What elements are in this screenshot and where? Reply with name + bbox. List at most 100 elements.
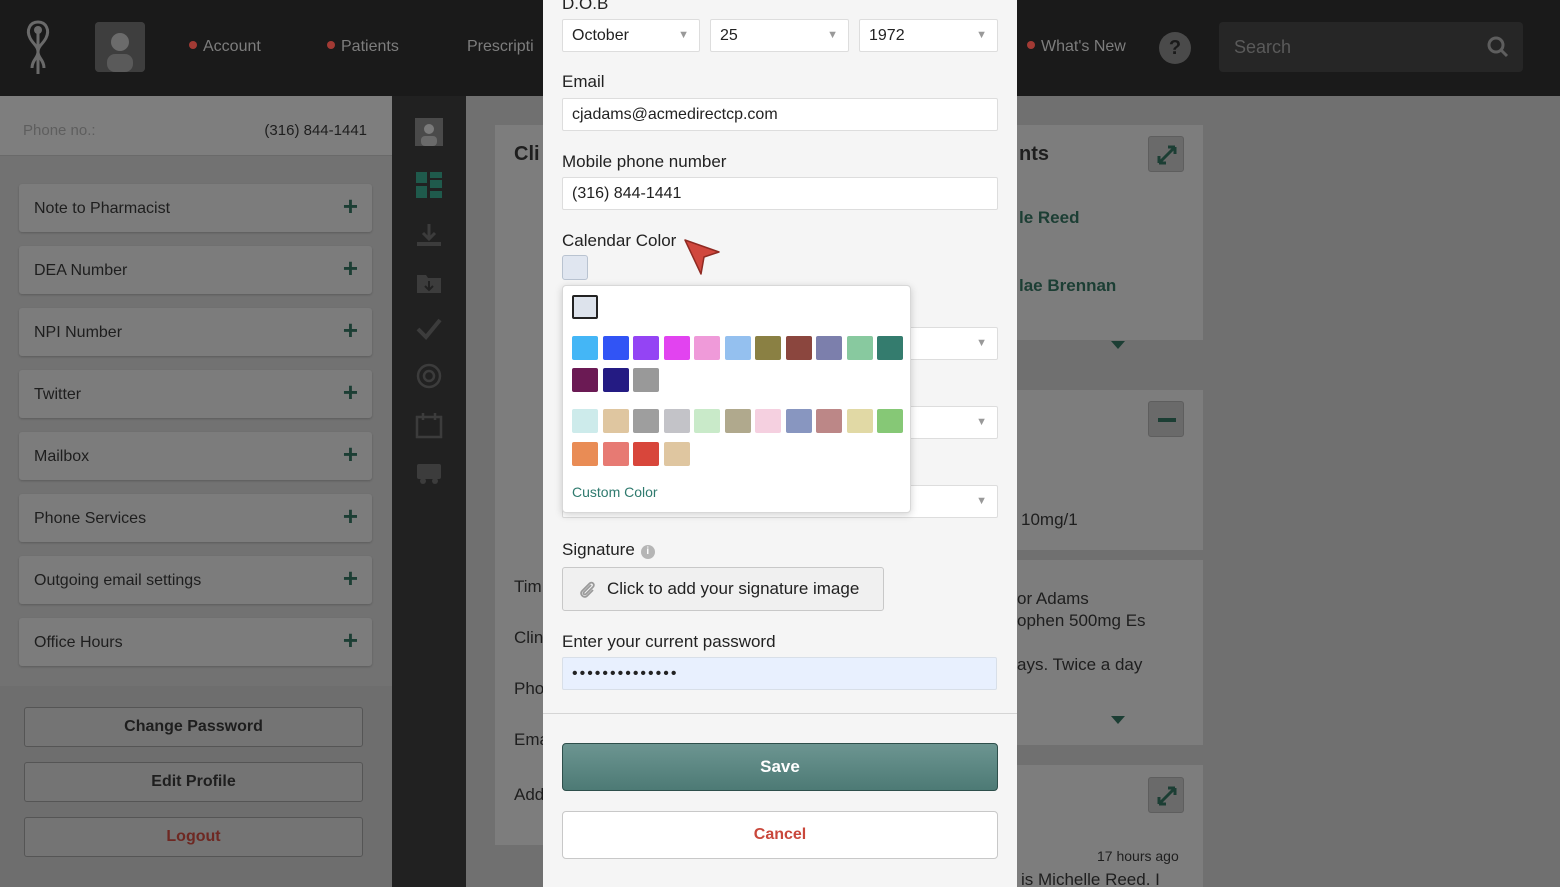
nav-prescriptions[interactable]: Prescripti xyxy=(467,38,534,56)
nav-patients[interactable]: Patients xyxy=(327,38,399,56)
color-swatch[interactable] xyxy=(816,336,842,360)
color-swatch[interactable] xyxy=(572,409,598,433)
help-button[interactable]: ? xyxy=(1159,32,1191,64)
color-swatch[interactable] xyxy=(633,368,659,392)
plus-icon[interactable]: + xyxy=(343,441,358,467)
expand-button[interactable] xyxy=(1148,136,1184,172)
nav-whats-new[interactable]: What's New xyxy=(1027,38,1126,56)
sidebar-item-mailbox[interactable]: Mailbox + xyxy=(19,432,372,480)
email-field-wrap xyxy=(562,98,998,131)
color-swatch[interactable] xyxy=(877,336,903,360)
color-swatch[interactable] xyxy=(846,336,873,360)
color-swatch[interactable] xyxy=(633,336,659,360)
caduceus-logo-icon[interactable] xyxy=(18,18,58,78)
patient-name-link[interactable]: lae Brennan xyxy=(1019,276,1116,296)
selected-color-swatch[interactable] xyxy=(572,295,598,319)
color-swatch[interactable] xyxy=(785,409,812,433)
email-label: Email xyxy=(562,72,605,91)
sidebar-item-twitter[interactable]: Twitter + xyxy=(19,370,372,418)
at-sign-icon[interactable] xyxy=(415,362,443,390)
cancel-button[interactable]: Cancel xyxy=(562,811,998,859)
color-swatch[interactable] xyxy=(663,442,690,466)
plus-icon[interactable]: + xyxy=(343,627,358,653)
mobile-label: Mobile phone number xyxy=(562,152,727,171)
vehicle-icon[interactable] xyxy=(415,459,443,487)
color-swatch[interactable] xyxy=(816,409,842,433)
save-button[interactable]: Save xyxy=(562,743,998,791)
color-swatch[interactable] xyxy=(572,336,598,360)
paperclip-icon xyxy=(580,581,595,598)
caret-down-icon[interactable] xyxy=(1111,716,1125,724)
plus-icon[interactable]: + xyxy=(343,503,358,529)
calendar-icon[interactable] xyxy=(415,411,443,439)
color-swatch[interactable] xyxy=(877,409,903,433)
alert-dot-icon xyxy=(1027,40,1035,49)
color-swatch[interactable] xyxy=(663,409,690,433)
caret-down-icon[interactable] xyxy=(1111,341,1125,349)
phone-label: Phone no.: xyxy=(23,122,96,139)
color-swatch[interactable] xyxy=(785,336,812,360)
sidebar-item-office-hours[interactable]: Office Hours + xyxy=(19,618,372,666)
color-swatch[interactable] xyxy=(602,368,629,392)
plus-icon[interactable]: + xyxy=(343,379,358,405)
color-picker-popover: Custom Color xyxy=(562,285,911,513)
clinic-row-label: Clin xyxy=(514,628,544,647)
sidebar-item-outgoing-email[interactable]: Outgoing email settings + xyxy=(19,556,372,604)
calendar-color-swatch-button[interactable] xyxy=(562,255,588,280)
color-swatch[interactable] xyxy=(663,336,690,360)
add-signature-button[interactable]: Click to add your signature image xyxy=(562,567,884,611)
color-swatch[interactable] xyxy=(694,336,720,360)
alert-dot-icon xyxy=(327,40,335,49)
mobile-phone-field[interactable] xyxy=(563,178,997,209)
plus-icon[interactable]: + xyxy=(343,255,358,281)
color-swatch[interactable] xyxy=(755,336,781,360)
checkmark-icon[interactable] xyxy=(415,315,443,343)
sidebar-item-phone-services[interactable]: Phone Services + xyxy=(19,494,372,542)
color-swatch[interactable] xyxy=(602,442,629,466)
color-swatch[interactable] xyxy=(846,409,873,433)
dob-month-select[interactable]: October ▼ xyxy=(562,19,700,52)
color-swatch[interactable] xyxy=(633,409,659,433)
color-swatch[interactable] xyxy=(755,409,781,433)
color-swatch[interactable] xyxy=(572,368,598,392)
color-swatch[interactable] xyxy=(724,336,751,360)
color-swatch[interactable] xyxy=(572,442,598,466)
custom-color-link[interactable]: Custom Color xyxy=(572,484,658,500)
mouse-cursor-icon xyxy=(684,239,720,275)
plus-icon[interactable]: + xyxy=(343,193,358,219)
color-swatch[interactable] xyxy=(602,336,629,360)
user-avatar[interactable] xyxy=(95,22,145,72)
info-icon[interactable]: i xyxy=(640,545,655,559)
expand-icon xyxy=(1157,786,1177,806)
patient-name-link[interactable]: le Reed xyxy=(1019,208,1079,228)
change-password-button[interactable]: Change Password xyxy=(24,707,363,747)
plus-icon[interactable]: + xyxy=(343,565,358,591)
sidebar-item-npi-number[interactable]: NPI Number + xyxy=(19,308,372,356)
rail-avatar-icon[interactable] xyxy=(415,118,443,146)
color-swatch[interactable] xyxy=(602,409,629,433)
search-icon[interactable] xyxy=(1487,36,1509,58)
clinic-row-label: Pho xyxy=(514,679,545,698)
dob-day-select[interactable]: 25 ▼ xyxy=(710,19,849,52)
current-password-field[interactable] xyxy=(563,658,996,689)
dob-year-select[interactable]: 1972 ▼ xyxy=(859,19,998,52)
sidebar-item-dea-number[interactable]: DEA Number + xyxy=(19,246,372,294)
prescription-line: ophen 500mg Es xyxy=(1017,611,1146,630)
logout-button[interactable]: Logout xyxy=(24,817,363,857)
icon-rail xyxy=(392,96,466,887)
search-box xyxy=(1219,22,1523,72)
dashboard-grid-icon[interactable] xyxy=(415,171,443,199)
color-swatch[interactable] xyxy=(694,409,720,433)
nav-account[interactable]: Account xyxy=(189,38,261,56)
plus-icon[interactable]: + xyxy=(343,317,358,343)
collapse-button[interactable] xyxy=(1148,401,1184,437)
folder-download-icon[interactable] xyxy=(415,269,443,297)
expand-button[interactable] xyxy=(1148,777,1184,813)
download-icon[interactable] xyxy=(415,221,443,249)
edit-profile-button[interactable]: Edit Profile xyxy=(24,762,363,802)
email-field[interactable] xyxy=(563,99,997,130)
sidebar-item-note-to-pharmacist[interactable]: Note to Pharmacist + xyxy=(19,184,372,232)
search-input[interactable] xyxy=(1219,22,1479,72)
color-swatch[interactable] xyxy=(724,409,751,433)
color-swatch[interactable] xyxy=(633,442,659,466)
